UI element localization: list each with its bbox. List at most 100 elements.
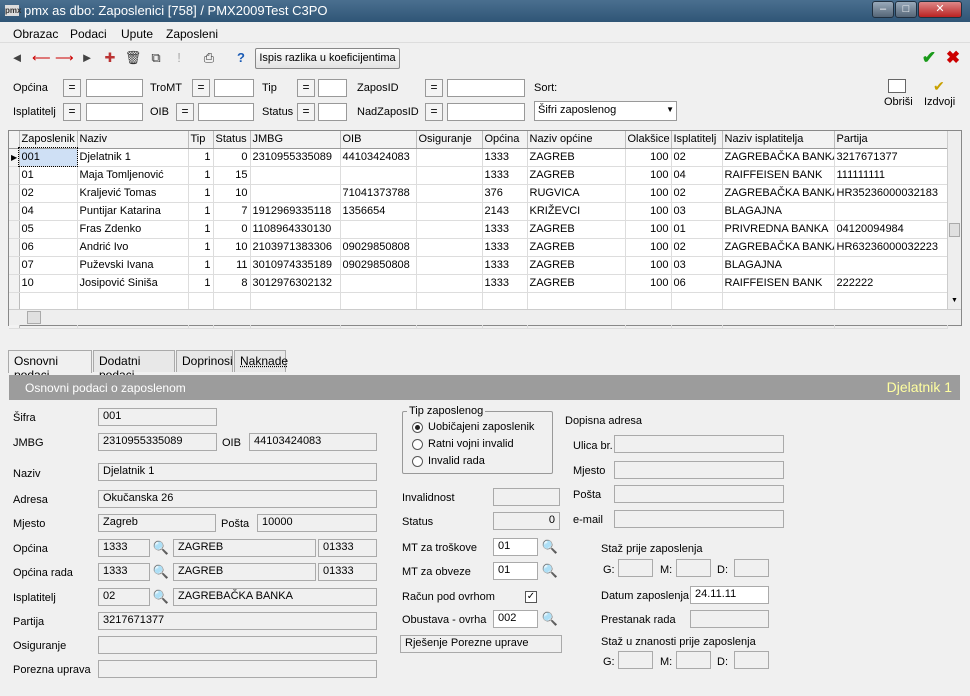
partija-field[interactable]: 3217671377 <box>98 612 377 630</box>
table-cell[interactable]: 001 <box>18 147 78 167</box>
table-cell[interactable]: ZAGREB <box>527 238 626 257</box>
prestanak-rada-field[interactable] <box>690 610 769 628</box>
table-row[interactable]: 10 Josipović Siniša 1 8 3012976302132 1333 ZAG… <box>9 274 948 293</box>
table-cell[interactable]: RAIFFEISEN BANK <box>722 166 835 185</box>
datum-zaposlenja-field[interactable]: 24.11.11 <box>690 586 769 604</box>
row-indicator[interactable] <box>9 166 20 185</box>
table-cell[interactable]: 10 <box>213 238 251 257</box>
table-cell[interactable]: 3217671377 <box>834 148 948 167</box>
table-cell[interactable]: 03 <box>671 202 723 221</box>
table-cell[interactable]: 02 <box>19 184 78 203</box>
table-cell[interactable]: PRIVREDNA BANKA <box>722 220 835 239</box>
table-cell[interactable]: 15 <box>213 166 251 185</box>
search-icon[interactable]: 🔍 <box>539 537 561 557</box>
tab-osnovni-podaci[interactable]: Osnovni podaci <box>8 350 92 382</box>
table-cell[interactable]: 1108964330130 <box>250 220 341 239</box>
column-header[interactable]: Naziv općine <box>527 131 626 149</box>
copy-icon[interactable]: ⧉ <box>147 49 165 67</box>
obustava-field[interactable]: 002 <box>493 610 538 628</box>
clear-filter-button[interactable]: Obriši <box>884 96 913 108</box>
table-cell[interactable]: Andrić Ivo <box>77 238 189 257</box>
table-cell[interactable]: 100 <box>625 256 672 275</box>
table-cell[interactable]: 07 <box>19 256 78 275</box>
table-cell[interactable]: 100 <box>625 166 672 185</box>
table-cell[interactable]: 2310955335089 <box>250 148 341 167</box>
table-cell[interactable]: 09029850808 <box>340 238 417 257</box>
table-cell[interactable]: ZAGREB <box>527 166 626 185</box>
column-header[interactable]: Partija <box>834 131 948 149</box>
table-cell[interactable]: Djelatnik 1 <box>77 148 189 167</box>
table-cell[interactable]: ZAGREBAČKA BANKA <box>722 148 835 167</box>
table-cell[interactable] <box>834 202 948 221</box>
filter-tromt-eq[interactable]: = <box>192 79 210 97</box>
table-cell[interactable] <box>416 202 483 221</box>
znanost-mjeseci-field[interactable] <box>676 651 711 669</box>
table-cell[interactable]: HR63236000032223 <box>834 238 948 257</box>
table-cell[interactable]: 100 <box>625 202 672 221</box>
dopisna-mjesto-field[interactable] <box>614 461 784 479</box>
vertical-scroll-thumb[interactable] <box>949 223 960 237</box>
table-cell[interactable]: 1 <box>188 148 214 167</box>
select-filter-button[interactable]: Izdvoji <box>924 96 955 108</box>
horizontal-scrollbar[interactable] <box>9 309 961 325</box>
posta-field[interactable]: 10000 <box>257 514 377 532</box>
rjesenje-field[interactable]: Rješenje Porezne uprave <box>400 635 562 653</box>
table-cell[interactable]: Fras Zdenko <box>77 220 189 239</box>
menu-podaci[interactable]: Podaci <box>70 27 107 41</box>
mt-troskove-field[interactable]: 01 <box>493 538 538 556</box>
filter-tromt-input[interactable] <box>214 79 254 97</box>
table-cell[interactable]: Josipović Siniša <box>77 274 189 293</box>
table-cell[interactable] <box>340 274 417 293</box>
table-cell[interactable] <box>416 184 483 203</box>
isplatitelj-code-field[interactable]: 02 <box>98 588 150 606</box>
table-cell[interactable] <box>340 166 417 185</box>
table-cell[interactable]: 222222 <box>834 274 948 293</box>
tab-doprinosi[interactable]: Doprinosi <box>176 350 233 372</box>
table-cell[interactable]: 44103424083 <box>340 148 417 167</box>
oib-field[interactable]: 44103424083 <box>249 433 377 451</box>
column-header[interactable]: Isplatitelj <box>671 131 723 149</box>
table-cell[interactable]: 0 <box>213 220 251 239</box>
help-icon[interactable]: ? <box>232 49 250 67</box>
opcina-rada-name-field[interactable]: ZAGREB <box>173 563 316 581</box>
table-cell[interactable]: 05 <box>19 220 78 239</box>
column-header[interactable]: Općina <box>482 131 528 149</box>
table-cell[interactable]: 7 <box>213 202 251 221</box>
first-record-icon[interactable]: ◄ <box>8 49 26 67</box>
scroll-down-icon[interactable]: ▼ <box>951 297 958 304</box>
table-cell[interactable]: HR35236000032183 <box>834 184 948 203</box>
table-cell[interactable]: 1 <box>188 274 214 293</box>
table-cell[interactable] <box>416 274 483 293</box>
close-icon[interactable]: ✕ <box>918 1 962 18</box>
table-cell[interactable]: 1 <box>188 220 214 239</box>
table-cell[interactable]: 1333 <box>482 220 528 239</box>
filter-oib-input[interactable] <box>198 103 254 121</box>
column-header[interactable]: Naziv isplatitelja <box>722 131 835 149</box>
filter-zaposid-eq[interactable]: = <box>425 79 443 97</box>
table-cell[interactable]: 100 <box>625 148 672 167</box>
next-record-icon[interactable]: ⟶ <box>55 49 74 67</box>
table-cell[interactable] <box>340 220 417 239</box>
employees-grid[interactable]: Zaposlenik Naziv Tip Status JMBG OIB Osi… <box>8 130 962 329</box>
filter-opcina-eq[interactable]: = <box>63 79 81 97</box>
mjesto-field[interactable]: Zagreb <box>98 514 216 532</box>
table-cell[interactable]: ZAGREB <box>527 148 626 167</box>
naziv-field[interactable]: Djelatnik 1 <box>98 463 377 481</box>
radio-ratni-vojni-invalid[interactable] <box>412 439 423 450</box>
search-icon[interactable]: 🔍 <box>150 562 172 582</box>
table-cell[interactable] <box>250 184 341 203</box>
table-cell[interactable]: 02 <box>671 184 723 203</box>
filter-oib-eq[interactable]: = <box>176 103 194 121</box>
porezna-uprava-field[interactable] <box>98 660 377 678</box>
table-cell[interactable]: 3010974335189 <box>250 256 341 275</box>
row-indicator[interactable] <box>9 220 20 239</box>
radio-invalid-rada[interactable] <box>412 456 423 467</box>
dopisna-posta-field[interactable] <box>614 485 784 503</box>
filter-tip-input[interactable] <box>318 79 347 97</box>
column-header[interactable]: Zaposlenik <box>19 131 78 149</box>
table-cell[interactable] <box>416 238 483 257</box>
table-cell[interactable]: 02 <box>671 238 723 257</box>
table-cell[interactable]: 1 <box>188 184 214 203</box>
isplatitelj-name-field[interactable]: ZAGREBAČKA BANKA <box>173 588 377 606</box>
table-cell[interactable]: 1333 <box>482 256 528 275</box>
